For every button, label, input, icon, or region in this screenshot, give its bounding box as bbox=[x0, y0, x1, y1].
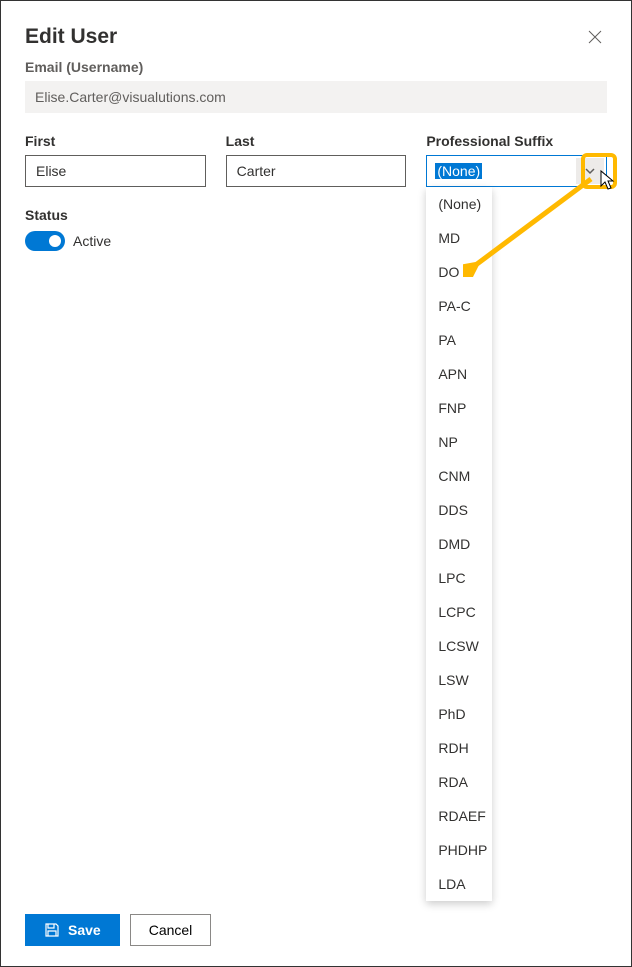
last-name-group: Last bbox=[226, 133, 407, 187]
first-name-group: First bbox=[25, 133, 206, 187]
suffix-option[interactable]: PHDHP bbox=[426, 833, 492, 867]
last-name-input[interactable] bbox=[226, 155, 407, 187]
suffix-group: Professional Suffix (None) (None)MDDOPA-… bbox=[426, 133, 607, 187]
toggle-knob bbox=[49, 235, 61, 247]
suffix-chevron-box[interactable] bbox=[576, 158, 604, 184]
status-toggle[interactable] bbox=[25, 231, 65, 251]
cancel-label: Cancel bbox=[149, 922, 193, 938]
suffix-option[interactable]: RDA bbox=[426, 765, 492, 799]
dialog-header: Edit User bbox=[25, 25, 607, 49]
suffix-value: (None) bbox=[435, 163, 482, 179]
suffix-option[interactable]: LPC bbox=[426, 561, 492, 595]
suffix-option[interactable]: LCPC bbox=[426, 595, 492, 629]
save-button[interactable]: Save bbox=[25, 914, 120, 946]
suffix-option[interactable]: NP bbox=[426, 425, 492, 459]
status-group: Status Active bbox=[25, 207, 607, 251]
email-label: Email (Username) bbox=[25, 59, 607, 75]
suffix-option[interactable]: DO bbox=[426, 255, 492, 289]
suffix-option[interactable]: FNP bbox=[426, 391, 492, 425]
dialog-title: Edit User bbox=[25, 25, 117, 49]
status-toggle-row: Active bbox=[25, 231, 607, 251]
chevron-down-icon bbox=[584, 165, 596, 177]
suffix-option[interactable]: LSW bbox=[426, 663, 492, 697]
email-field bbox=[25, 81, 607, 113]
suffix-option[interactable]: RDAEF bbox=[426, 799, 492, 833]
suffix-option[interactable]: LDA bbox=[426, 867, 492, 901]
suffix-option[interactable]: DDS bbox=[426, 493, 492, 527]
suffix-option[interactable]: PA bbox=[426, 323, 492, 357]
first-label: First bbox=[25, 133, 206, 149]
suffix-select-wrap: (None) (None)MDDOPA-CPAAPNFNPNPCNMDDSDMD… bbox=[426, 155, 607, 187]
edit-user-dialog: Edit User Email (Username) First Last Pr… bbox=[1, 1, 631, 966]
close-button[interactable] bbox=[583, 25, 607, 49]
suffix-option[interactable]: PA-C bbox=[426, 289, 492, 323]
dialog-footer: Save Cancel bbox=[25, 902, 607, 966]
status-label: Status bbox=[25, 207, 607, 223]
suffix-option[interactable]: RDH bbox=[426, 731, 492, 765]
suffix-select[interactable]: (None) bbox=[426, 155, 607, 187]
status-value-label: Active bbox=[73, 233, 111, 249]
name-row: First Last Professional Suffix (None) (N… bbox=[25, 133, 607, 187]
suffix-label: Professional Suffix bbox=[426, 133, 607, 149]
last-label: Last bbox=[226, 133, 407, 149]
suffix-option[interactable]: DMD bbox=[426, 527, 492, 561]
suffix-option[interactable]: MD bbox=[426, 221, 492, 255]
suffix-dropdown[interactable]: (None)MDDOPA-CPAAPNFNPNPCNMDDSDMDLPCLCPC… bbox=[426, 187, 492, 901]
save-label: Save bbox=[68, 922, 101, 938]
suffix-option[interactable]: PhD bbox=[426, 697, 492, 731]
suffix-option[interactable]: LCSW bbox=[426, 629, 492, 663]
cancel-button[interactable]: Cancel bbox=[130, 914, 212, 946]
save-icon bbox=[44, 922, 60, 938]
first-name-input[interactable] bbox=[25, 155, 206, 187]
close-icon bbox=[588, 30, 602, 44]
suffix-option[interactable]: CNM bbox=[426, 459, 492, 493]
suffix-option[interactable]: (None) bbox=[426, 187, 492, 221]
suffix-option[interactable]: APN bbox=[426, 357, 492, 391]
